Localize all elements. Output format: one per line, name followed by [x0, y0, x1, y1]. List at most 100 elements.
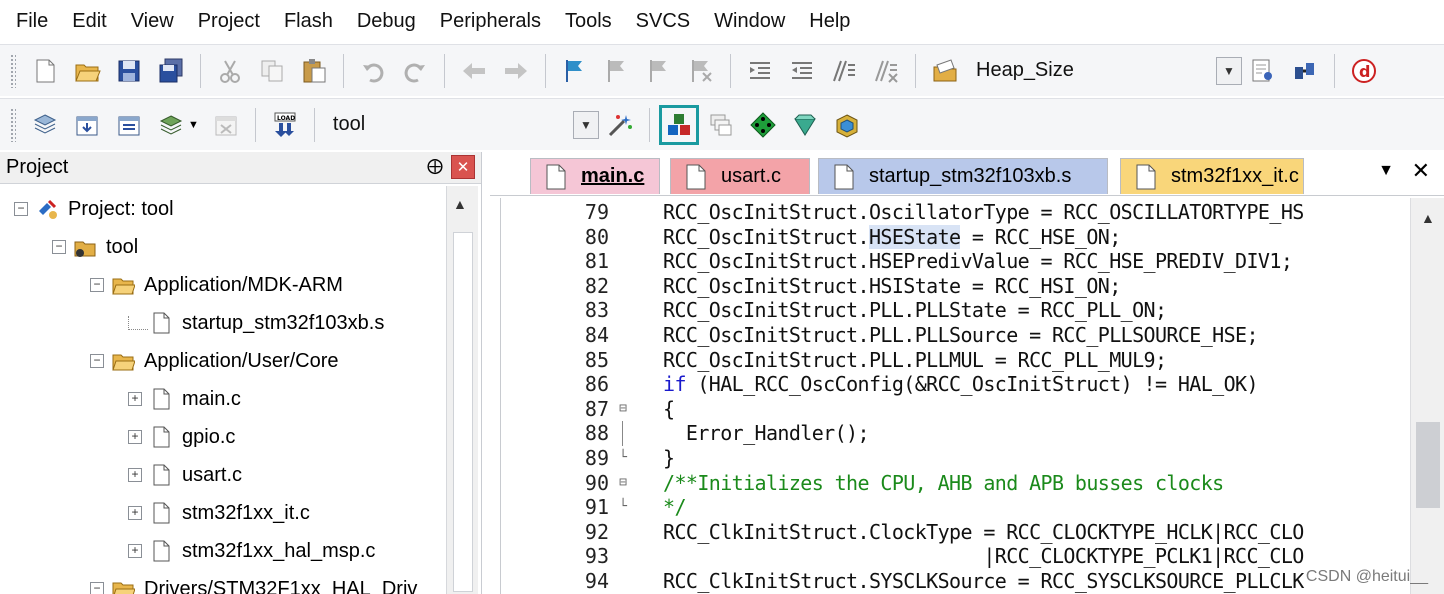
next-bookmark-button[interactable] — [639, 51, 679, 91]
collapse-icon[interactable]: − — [90, 278, 104, 292]
pack-install-button[interactable] — [785, 105, 825, 145]
cut-button[interactable] — [210, 51, 250, 91]
code-line[interactable]: 89 └} — [501, 446, 1444, 471]
prev-bookmark-button[interactable] — [597, 51, 637, 91]
tab-startup-s[interactable]: startup_stm32f103xb.s — [818, 158, 1108, 194]
insert-bookmark-button[interactable] — [555, 51, 595, 91]
build-button[interactable] — [67, 105, 107, 145]
code-line[interactable]: 82 RCC_OscInitStruct.HSIState = RCC_HSI_O… — [501, 274, 1444, 299]
find-in-files-button[interactable] — [925, 51, 965, 91]
code-line[interactable]: 85 RCC_OscInitStruct.PLL.PLLMUL = RCC_PLL… — [501, 348, 1444, 373]
download-button[interactable]: LOAD — [265, 105, 305, 145]
tree-item[interactable]: − tool — [52, 229, 138, 265]
navigate-forward-button[interactable] — [496, 51, 536, 91]
close-icon[interactable]: ✕ — [451, 155, 475, 179]
find-combo-value[interactable]: Heap_Size — [966, 59, 1216, 82]
manage-run-time-environment-button[interactable] — [658, 104, 699, 145]
tree-item[interactable]: + usart.c — [128, 457, 242, 493]
tree-item[interactable]: + stm32f1xx_hal_msp.c — [128, 533, 375, 569]
collapse-icon[interactable]: − — [52, 240, 66, 254]
code-line[interactable]: 94 RCC_ClkInitStruct.SYSCLKSource = RCC_S… — [501, 569, 1444, 594]
target-select-value[interactable]: tool — [323, 113, 573, 136]
tree-item[interactable]: − Application/User/Core — [90, 343, 339, 379]
editor-scrollbar[interactable]: ▲ — [1410, 198, 1444, 594]
menu-help[interactable]: Help — [797, 2, 862, 40]
menu-svcs[interactable]: SVCS — [624, 2, 702, 40]
target-select[interactable]: ▼ — [572, 108, 599, 142]
code-line[interactable]: 90 ⊟ /**Initializes the CPU, AHB and APB b… — [501, 470, 1444, 496]
scrollbar-thumb[interactable] — [1416, 422, 1440, 508]
menu-flash[interactable]: Flash — [272, 2, 345, 40]
chevron-down-icon[interactable]: ▼ — [572, 110, 599, 139]
collapse-icon[interactable]: − — [90, 354, 104, 368]
navigate-back-button[interactable] — [454, 51, 494, 91]
scroll-up-icon[interactable]: ▲ — [1421, 210, 1435, 226]
save-all-button[interactable] — [151, 51, 191, 91]
open-file-button[interactable] — [67, 51, 107, 91]
software-packs-button[interactable] — [827, 105, 867, 145]
menu-edit[interactable]: Edit — [60, 2, 118, 40]
code-line[interactable]: 84 RCC_OscInitStruct.PLL.PLLSource = RCC_… — [501, 323, 1444, 348]
code-editor[interactable]: 79 RCC_OscInitStruct.OscillatorType = RCC… — [500, 198, 1444, 594]
collapse-icon[interactable]: − — [90, 582, 104, 594]
tree-item[interactable]: startup_stm32f103xb.s — [128, 305, 384, 341]
fold-icon[interactable]: ⊟ — [613, 470, 633, 496]
tab-list-icon[interactable]: ▼ — [1378, 162, 1394, 180]
code-line[interactable]: 80 RCC_OscInitStruct.HSEState = RCC_HSE_O… — [501, 224, 1444, 250]
tab-stm32f1xx-it-c[interactable]: stm32f1xx_it.c — [1120, 158, 1304, 194]
code-line[interactable]: 83 RCC_OscInitStruct.PLL.PLLState = RCC_P… — [501, 298, 1444, 323]
tab-usart-c[interactable]: usart.c — [670, 158, 810, 194]
menu-window[interactable]: Window — [702, 2, 797, 40]
indent-button[interactable] — [740, 51, 780, 91]
translate-button[interactable] — [25, 105, 65, 145]
redo-button[interactable] — [395, 51, 435, 91]
scroll-up-icon[interactable]: ▲ — [453, 196, 467, 212]
toolbar-grip[interactable] — [10, 53, 16, 88]
incremental-find-button[interactable] — [1285, 51, 1325, 91]
code-line[interactable]: 81 RCC_OscInitStruct.HSEPredivValue = RCC… — [501, 249, 1444, 274]
menu-peripherals[interactable]: Peripherals — [428, 2, 553, 40]
clear-bookmarks-button[interactable] — [681, 51, 721, 91]
code-line[interactable]: 87 ⊟ { — [501, 396, 1444, 422]
find-button[interactable] — [1243, 51, 1283, 91]
uncomment-selection-button[interactable] — [866, 51, 906, 91]
rebuild-button[interactable] — [109, 105, 149, 145]
expand-icon[interactable]: + — [128, 544, 142, 558]
code-line[interactable]: 86 if (HAL_RCC_OscConfig(&RCC_OscInitStru… — [501, 372, 1444, 397]
menu-file[interactable]: File — [4, 2, 60, 40]
close-tab-icon[interactable]: ✕ — [1412, 158, 1430, 184]
save-button[interactable] — [109, 51, 149, 91]
new-file-button[interactable] — [25, 51, 65, 91]
fold-icon[interactable]: └ — [613, 446, 633, 471]
tree-item[interactable]: + gpio.c — [128, 419, 235, 455]
comment-selection-button[interactable] — [824, 51, 864, 91]
code-line[interactable]: 93 |RCC_CLOCKTYPE_PCLK1|RCC_CLO — [501, 544, 1444, 569]
fold-icon[interactable]: └ — [613, 495, 633, 520]
tree-item[interactable]: − Project: tool — [14, 191, 174, 227]
chevron-down-icon[interactable]: ▼ — [1216, 56, 1242, 85]
menu-tools[interactable]: Tools — [553, 2, 624, 40]
paste-button[interactable] — [294, 51, 334, 91]
tree-item[interactable]: + main.c — [128, 381, 241, 417]
menu-project[interactable]: Project — [186, 2, 272, 40]
menu-view[interactable]: View — [119, 2, 186, 40]
scrollbar-thumb[interactable] — [453, 232, 473, 592]
tree-item[interactable]: − Application/MDK-ARM — [90, 267, 343, 303]
code-line[interactable]: 91 └ */ — [501, 495, 1444, 520]
copy-button[interactable] — [252, 51, 292, 91]
menu-debug[interactable]: Debug — [345, 2, 428, 40]
tab-main-c[interactable]: main.c — [530, 158, 660, 194]
stop-build-button[interactable] — [206, 105, 246, 145]
pack-installer-button[interactable] — [743, 105, 783, 145]
tree-item[interactable]: − Drivers/STM32F1xx_HAL_Driv — [90, 571, 417, 594]
tree-item[interactable]: + stm32f1xx_it.c — [128, 495, 310, 531]
pin-icon[interactable]: ⨁ — [427, 156, 443, 176]
fold-icon[interactable]: ⊟ — [613, 396, 633, 422]
debug-session-button[interactable]: d — [1344, 51, 1384, 91]
expand-icon[interactable]: + — [128, 468, 142, 482]
target-options-button[interactable] — [600, 105, 640, 145]
expand-icon[interactable]: + — [128, 392, 142, 406]
code-line[interactable]: 79 RCC_OscInitStruct.OscillatorType = RCC… — [501, 200, 1444, 225]
select-packs-button[interactable] — [701, 105, 741, 145]
code-line[interactable]: 88 Error_Handler(); — [501, 421, 1444, 446]
